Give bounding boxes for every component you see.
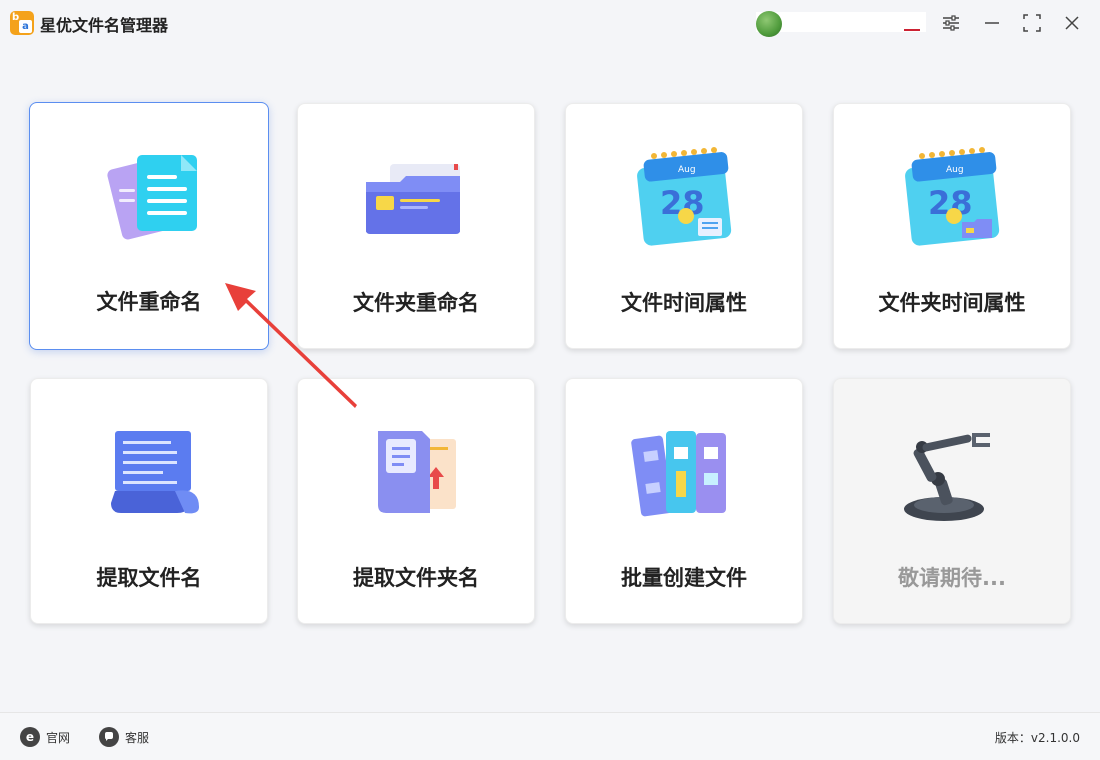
title-bar: ba 星优文件名管理器 — [0, 0, 1100, 46]
calendar-folder-icon: Aug 28 — [905, 147, 1000, 246]
card-label: 文件夹时间属性 — [878, 291, 1026, 315]
card-extract-filename[interactable]: 提取文件名 — [30, 378, 268, 624]
card-coming-soon: 敬请期待... — [833, 378, 1071, 624]
card-batch-create-files[interactable]: 批量创建文件 — [565, 378, 803, 624]
user-badge — [904, 29, 920, 31]
calendar-icon: Aug 28 — [637, 147, 732, 246]
robot-arm-icon — [904, 433, 990, 521]
app-logo: ba — [10, 11, 34, 35]
folder-icon — [366, 164, 460, 234]
card-label: 文件重命名 — [96, 290, 202, 314]
card-label: 文件时间属性 — [621, 291, 747, 315]
card-folder-time[interactable]: Aug 28 文件夹时间属性 — [833, 103, 1071, 349]
card-label: 文件夹重命名 — [353, 291, 479, 315]
calendar-month: Aug — [678, 165, 696, 175]
maximize-icon — [1023, 14, 1041, 32]
website-link[interactable]: e 官网 — [20, 727, 70, 747]
card-file-time[interactable]: Aug 28 文件时间属性 — [565, 103, 803, 349]
settings-button[interactable] — [940, 12, 962, 34]
browser-e-icon: e — [20, 727, 40, 747]
support-label: 客服 — [125, 730, 150, 745]
avatar[interactable] — [756, 11, 782, 37]
close-button[interactable] — [1061, 12, 1083, 34]
sliders-icon — [943, 15, 959, 31]
website-label: 官网 — [46, 730, 71, 745]
document-stack-icon — [107, 155, 197, 240]
close-icon — [1065, 16, 1079, 30]
card-file-rename[interactable]: 文件重命名 — [29, 102, 269, 350]
minimize-icon — [985, 22, 999, 24]
book-folder-icon — [378, 431, 456, 513]
version-text: 版本：v2.1.0.0 — [994, 731, 1080, 745]
card-label: 敬请期待... — [898, 566, 1006, 590]
card-label: 批量创建文件 — [621, 566, 747, 590]
card-label: 提取文件名 — [96, 566, 202, 590]
minimize-button[interactable] — [981, 12, 1003, 34]
user-account[interactable] — [756, 9, 926, 37]
card-folder-rename[interactable]: 文件夹重命名 — [297, 103, 535, 349]
support-link[interactable]: 客服 — [99, 727, 149, 747]
chat-bubble-icon — [99, 727, 119, 747]
app-title: 星优文件名管理器 — [40, 16, 169, 35]
card-label: 提取文件夹名 — [353, 566, 479, 590]
maximize-button[interactable] — [1021, 12, 1043, 34]
scroll-document-icon — [111, 431, 199, 514]
card-extract-foldername[interactable]: 提取文件夹名 — [297, 378, 535, 624]
footer: e 官网 客服 版本：v2.1.0.0 — [0, 712, 1100, 760]
calendar-month: Aug — [946, 165, 964, 175]
binders-icon — [631, 431, 726, 517]
